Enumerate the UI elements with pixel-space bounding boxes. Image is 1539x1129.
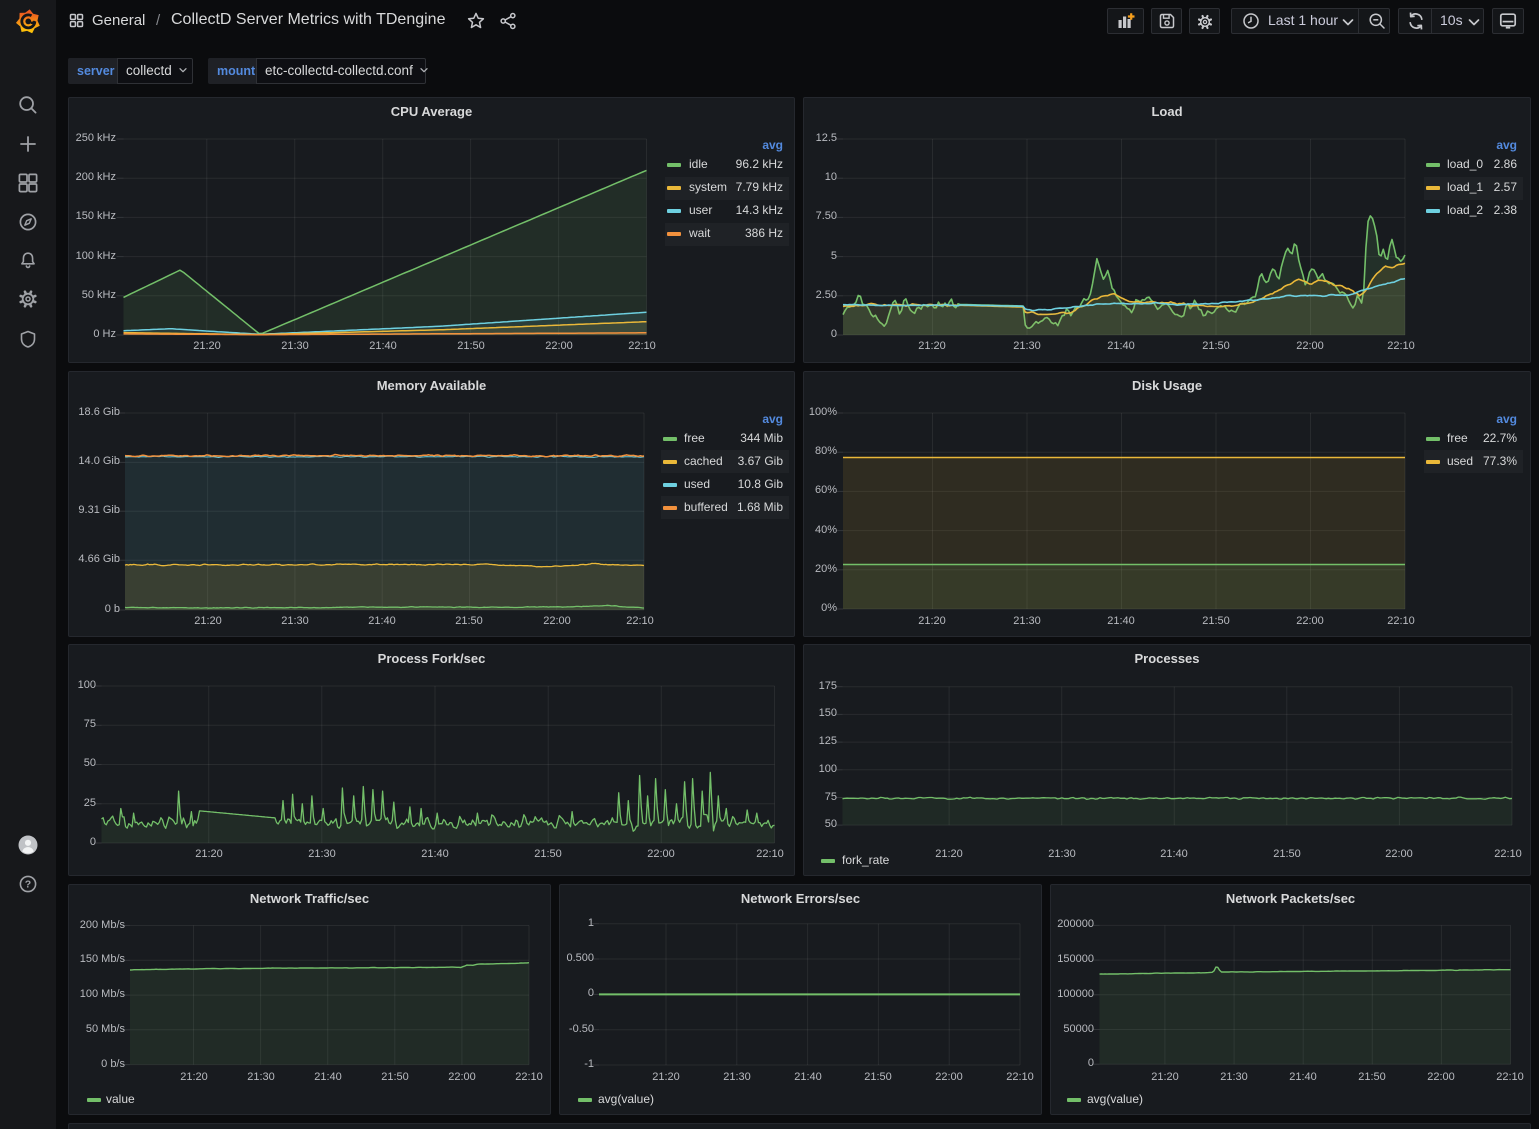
svg-text:?: ? bbox=[25, 878, 31, 890]
